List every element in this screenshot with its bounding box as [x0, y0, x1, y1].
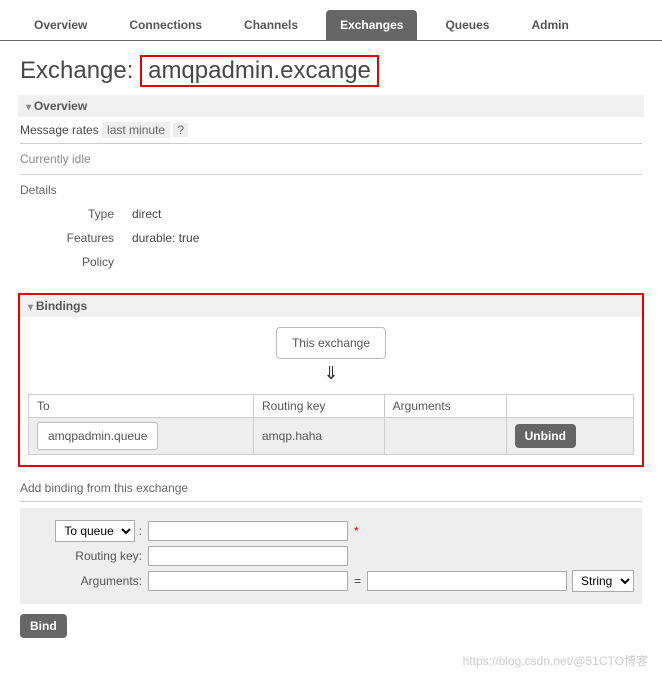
tab-exchanges[interactable]: Exchanges: [326, 10, 417, 40]
table-row: amqpadmin.queue amqp.haha Unbind: [29, 418, 634, 455]
add-binding-heading: Add binding from this exchange: [20, 481, 642, 495]
details-label: Details: [20, 183, 642, 197]
title-prefix: Exchange:: [20, 57, 140, 84]
dest-label: To queue :: [28, 520, 148, 542]
arg-type-select[interactable]: String: [572, 570, 634, 592]
binding-arguments: [384, 418, 506, 455]
bindings-table: To Routing key Arguments amqpadmin.queue…: [28, 394, 634, 455]
this-exchange-box: This exchange: [276, 327, 386, 359]
page-title: Exchange: amqpadmin.excange: [20, 55, 662, 87]
tab-connections[interactable]: Connections: [115, 10, 216, 40]
dest-name-input[interactable]: [148, 521, 348, 541]
unbind-button[interactable]: Unbind: [515, 424, 576, 448]
divider: [20, 501, 642, 502]
col-to: To: [29, 395, 254, 418]
arg-value-input[interactable]: [367, 571, 567, 591]
bindings-section: Bindings This exchange ⇓ To Routing key …: [18, 293, 644, 467]
details-table: Type direct Features durable: true Polic…: [20, 201, 209, 275]
watermark-text: https://blog.csdn.net/@51CTO博客: [0, 646, 662, 673]
dest-type-select[interactable]: To queue: [55, 520, 135, 542]
section-bindings-header[interactable]: Bindings: [20, 295, 642, 317]
message-rates-line: Message rates last minute ?: [20, 123, 642, 137]
policy-value: [124, 251, 207, 273]
section-overview-header[interactable]: Overview: [18, 95, 644, 117]
tab-admin[interactable]: Admin: [517, 10, 582, 40]
tab-channels[interactable]: Channels: [230, 10, 312, 40]
col-arguments: Arguments: [384, 395, 506, 418]
exchange-name: amqpadmin.excange: [140, 55, 379, 87]
col-routing-key: Routing key: [254, 395, 385, 418]
equals-sign: =: [348, 574, 367, 588]
divider: [20, 143, 642, 144]
message-rates-period[interactable]: last minute: [102, 122, 170, 138]
type-value: direct: [124, 203, 207, 225]
add-binding-form: To queue : * Routing key: Arguments: = S…: [20, 508, 642, 604]
tab-bar: Overview Connections Channels Exchanges …: [0, 0, 662, 41]
col-action: [506, 395, 633, 418]
tab-queues[interactable]: Queues: [431, 10, 503, 40]
policy-label: Policy: [22, 251, 122, 273]
type-label: Type: [22, 203, 122, 225]
features-label: Features: [22, 227, 122, 249]
arguments-label: Arguments:: [28, 574, 148, 588]
idle-status: Currently idle: [20, 152, 642, 166]
features-value: durable: true: [124, 227, 207, 249]
routing-key-input[interactable]: [148, 546, 348, 566]
arg-key-input[interactable]: [148, 571, 348, 591]
tab-overview[interactable]: Overview: [20, 10, 101, 40]
binding-routing-key: amqp.haha: [254, 418, 385, 455]
divider: [20, 174, 642, 175]
bind-button[interactable]: Bind: [20, 614, 67, 638]
arrow-down-icon: ⇓: [20, 363, 642, 384]
binding-to-queue[interactable]: amqpadmin.queue: [37, 422, 158, 450]
message-rates-label: Message rates: [20, 123, 99, 137]
help-icon[interactable]: ?: [173, 123, 188, 137]
routing-key-label: Routing key:: [28, 549, 148, 563]
required-marker: *: [354, 524, 359, 538]
